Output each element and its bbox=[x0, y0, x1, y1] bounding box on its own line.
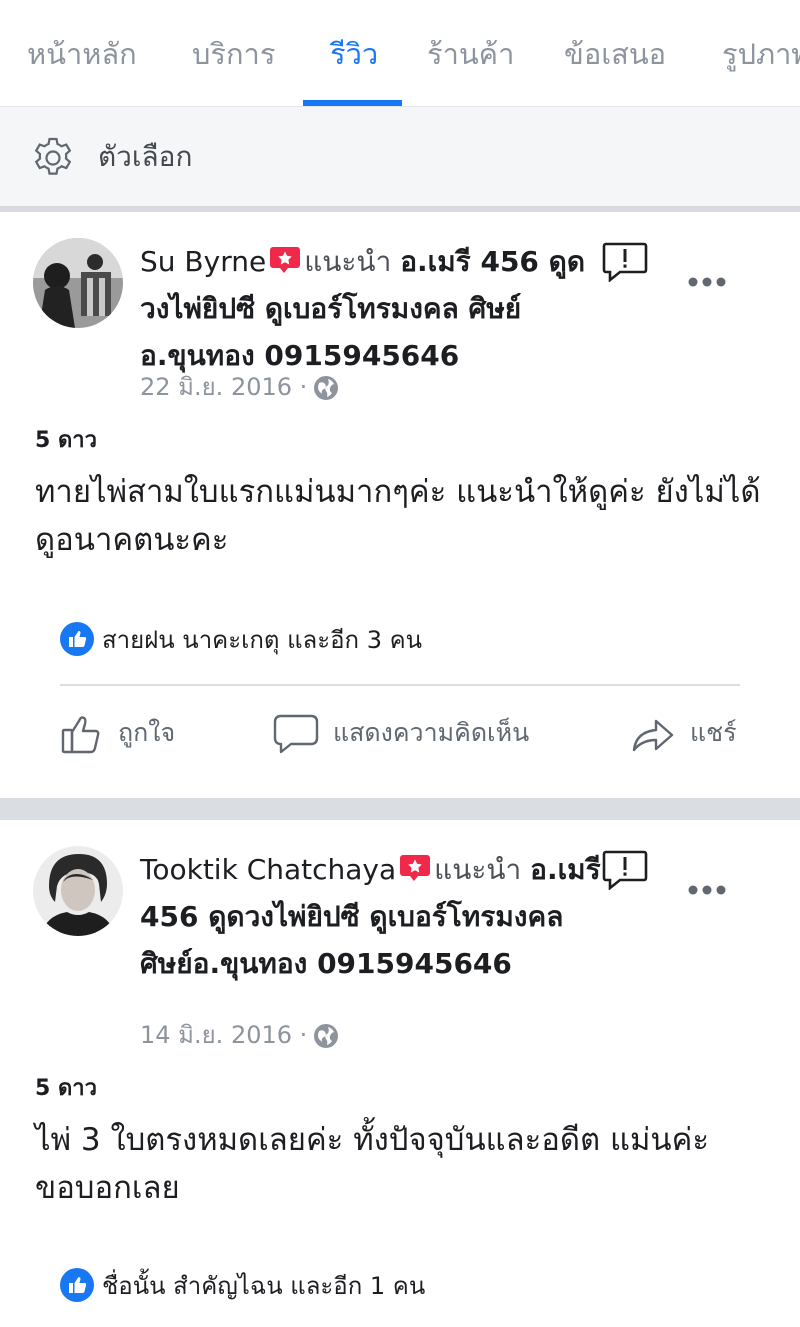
reactions-summary[interactable]: ชื่อนั้น สำคัญไฉน และอีก 1 คน bbox=[60, 1266, 425, 1305]
reactions-text: สายฝน นาคะเกตุ และอีก 3 คน bbox=[102, 626, 423, 654]
rating-stars: 5 ดาว bbox=[35, 1076, 97, 1101]
globe-icon bbox=[314, 1024, 339, 1048]
post-date[interactable]: 14 มิ.ย. 2016 bbox=[140, 1021, 292, 1049]
tab-home[interactable]: หน้าหลัก bbox=[27, 36, 137, 72]
recommend-icon bbox=[400, 855, 431, 881]
report-icon[interactable] bbox=[602, 850, 648, 890]
review-post-1: Su Byrne แนะนำ อ.เมรี 456 ดูดวงไพ่ยิปซี ด… bbox=[0, 212, 800, 798]
recommends-label: แนะนำ bbox=[434, 853, 522, 886]
post-date[interactable]: 22 มิ.ย. 2016 bbox=[140, 373, 292, 401]
report-icon[interactable] bbox=[602, 242, 648, 282]
author-name[interactable]: Su Byrne bbox=[140, 245, 266, 278]
rating-stars: 5 ดาว bbox=[35, 428, 97, 453]
recommends-label: แนะนำ bbox=[304, 245, 392, 278]
meta-separator: · bbox=[299, 373, 308, 401]
tab-reviews[interactable]: รีวิว bbox=[330, 36, 378, 72]
share-label: แชร์ bbox=[690, 718, 737, 747]
avatar[interactable] bbox=[33, 238, 123, 328]
like-badge-icon bbox=[60, 1268, 94, 1302]
review-text: ไพ่ 3 ใบตรงหมดเลยค่ะ ทั้งปัจจุบันและอดีต… bbox=[35, 1122, 709, 1206]
tab-shop[interactable]: ร้านค้า bbox=[427, 36, 514, 72]
avatar[interactable] bbox=[33, 846, 123, 936]
like-button[interactable]: ถูกใจ bbox=[60, 712, 175, 756]
reactions-text: ชื่อนั้น สำคัญไฉน และอีก 1 คน bbox=[102, 1272, 426, 1300]
like-icon bbox=[61, 716, 100, 754]
author-name[interactable]: Tooktik Chatchaya bbox=[140, 853, 396, 886]
more-icon[interactable] bbox=[688, 884, 726, 896]
more-icon[interactable] bbox=[688, 276, 726, 288]
post-separator bbox=[0, 798, 800, 820]
options-bar[interactable]: ตัวเลือก bbox=[0, 106, 800, 206]
comment-icon bbox=[273, 714, 319, 754]
recommend-icon bbox=[270, 247, 301, 273]
post-meta: 22 มิ.ย. 2016 · bbox=[140, 372, 339, 402]
share-icon bbox=[632, 719, 674, 752]
review-text: ทายไพ่สามใบแรกแม่นมากๆค่ะ แนะนำให้ดูค่ะ … bbox=[35, 474, 761, 558]
post-meta: 14 มิ.ย. 2016 · bbox=[140, 1020, 339, 1050]
tab-photos[interactable]: รูปภาพ bbox=[722, 36, 800, 72]
options-label: ตัวเลือก bbox=[98, 140, 193, 173]
review-post-2: Tooktik Chatchaya แนะนำ อ.เมรี 456 ดูดวงไ… bbox=[0, 820, 800, 1327]
comment-button[interactable]: แสดงความคิดเห็น bbox=[273, 712, 529, 756]
meta-separator: · bbox=[299, 1021, 308, 1049]
tab-bar: หน้าหลัก บริการ รีวิว ร้านค้า ข้อเสนอ รู… bbox=[0, 0, 800, 106]
globe-icon bbox=[314, 376, 339, 400]
reactions-summary[interactable]: สายฝน นาคะเกตุ และอีก 3 คน bbox=[60, 620, 422, 659]
comment-label: แสดงความคิดเห็น bbox=[333, 718, 530, 747]
share-button[interactable]: แชร์ bbox=[630, 712, 737, 756]
like-badge-icon bbox=[60, 622, 94, 656]
post-header: Tooktik Chatchaya แนะนำ อ.เมรี 456 ดูดวงไ… bbox=[140, 846, 610, 987]
tab-offers[interactable]: ข้อเสนอ bbox=[564, 36, 666, 72]
tab-services[interactable]: บริการ bbox=[192, 36, 275, 72]
like-label: ถูกใจ bbox=[118, 718, 176, 747]
divider bbox=[60, 684, 740, 686]
gear-icon bbox=[34, 137, 72, 175]
post-header: Su Byrne แนะนำ อ.เมรี 456 ดูดวงไพ่ยิปซี ด… bbox=[140, 238, 610, 379]
